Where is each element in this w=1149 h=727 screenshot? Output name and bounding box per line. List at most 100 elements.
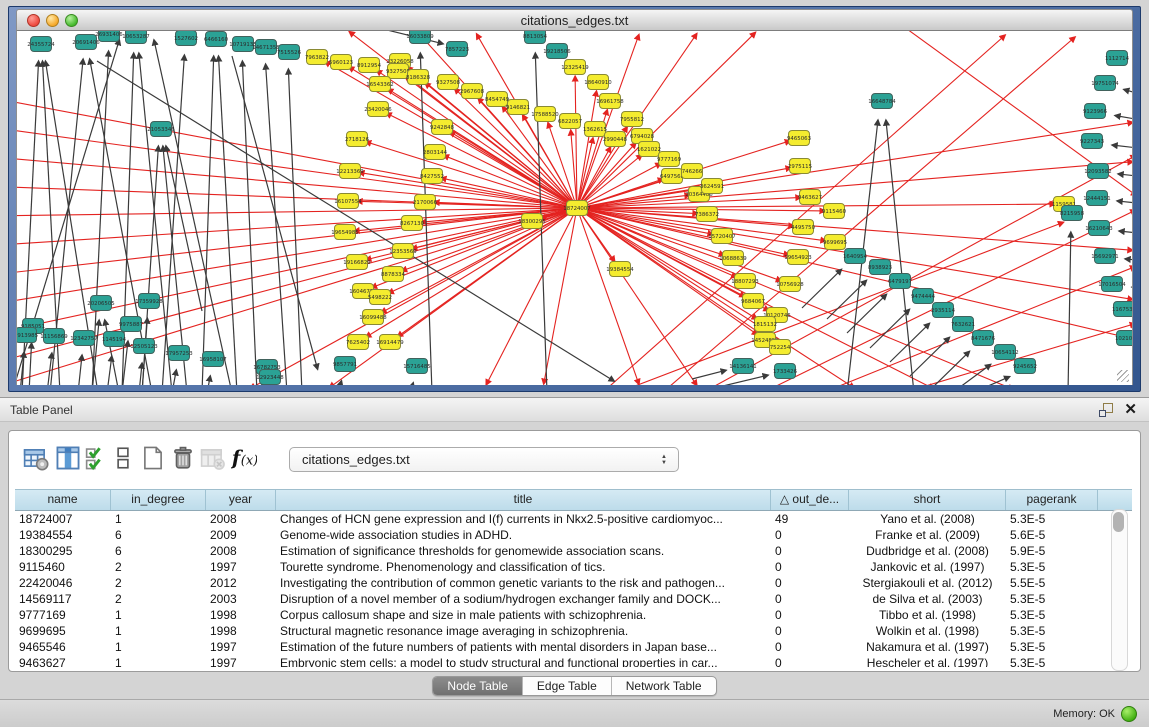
network-node[interactable]: 15716485 xyxy=(403,359,430,374)
network-node[interactable]: 18640910 xyxy=(584,75,612,90)
network-node[interactable]: 1640954 xyxy=(843,249,868,264)
new-document-icon[interactable] xyxy=(140,445,166,471)
tab-network-table[interactable]: Network Table xyxy=(612,677,716,695)
network-node[interactable]: 2803144 xyxy=(423,145,448,160)
column-header-title[interactable]: title xyxy=(276,490,771,510)
network-node[interactable]: 9327508 xyxy=(436,75,461,90)
network-node[interactable]: 1112714 xyxy=(1105,51,1130,66)
network-node[interactable]: 2975115 xyxy=(788,159,812,174)
network-node[interactable]: 19654923 xyxy=(784,250,811,265)
network-node[interactable]: 9684067 xyxy=(741,294,765,309)
network-node[interactable]: 16961758 xyxy=(596,94,624,109)
table-row[interactable]: 1872400712008Changes of HCN gene express… xyxy=(15,511,1132,527)
network-node[interactable]: 16210643 xyxy=(1085,221,1112,236)
network-node[interactable]: 7515526 xyxy=(277,45,302,60)
table-row[interactable]: 946554611997Estimation of the future num… xyxy=(15,639,1132,655)
network-node[interactable]: 7955812 xyxy=(620,112,644,127)
network-node[interactable]: 12325419 xyxy=(561,60,589,75)
network-node[interactable]: 9857791 xyxy=(333,357,357,372)
network-node[interactable]: 1621022 xyxy=(637,142,661,157)
column-header-year[interactable]: year xyxy=(206,490,276,510)
table-row[interactable]: 977716911998Corpus callosum shape and si… xyxy=(15,607,1132,623)
network-node[interactable]: 5960123 xyxy=(329,55,353,70)
network-node[interactable]: 9245652 xyxy=(1013,359,1037,374)
network-node[interactable]: 12353569 xyxy=(389,244,417,259)
network-node[interactable]: 2967608 xyxy=(460,84,485,99)
tab-node-table[interactable]: Node Table xyxy=(433,677,523,695)
network-node[interactable]: 8186328 xyxy=(406,70,431,85)
table-row[interactable]: 1830029562008Estimation of significance … xyxy=(15,543,1132,559)
network-node[interactable]: 746266 xyxy=(682,164,703,179)
table-row[interactable]: 2242004622012Investigating the contribut… xyxy=(15,575,1132,591)
network-node[interactable]: 9975887 xyxy=(119,317,143,332)
network-node[interactable]: 7857223 xyxy=(445,42,469,57)
network-node[interactable]: 9463627 xyxy=(798,190,822,205)
network-node[interactable]: 9115460 xyxy=(822,204,847,219)
network-node[interactable]: 17588520 xyxy=(531,107,559,122)
close-panel-icon[interactable]: ✕ xyxy=(1124,401,1137,419)
network-node[interactable]: 17016504 xyxy=(1098,277,1126,292)
network-node[interactable]: 2718126 xyxy=(345,132,370,147)
network-node[interactable]: 8471676 xyxy=(971,331,996,346)
column-header-name[interactable]: name xyxy=(15,490,111,510)
network-node[interactable]: 6466160 xyxy=(204,32,229,47)
network-node[interactable]: 12923448 xyxy=(256,370,284,385)
network-node[interactable]: 9699695 xyxy=(823,235,847,250)
network-node[interactable]: 6822057 xyxy=(558,114,582,129)
network-node[interactable]: 9465063 xyxy=(787,131,811,146)
network-node[interactable]: 18807293 xyxy=(731,274,758,289)
network-node[interactable]: 19218506 xyxy=(543,44,571,59)
network-node[interactable]: 16648784 xyxy=(868,94,896,109)
network-node[interactable]: 8267130 xyxy=(400,216,425,231)
delete-icon[interactable] xyxy=(170,445,196,471)
network-node[interactable]: 5498222 xyxy=(368,290,392,305)
network-node[interactable]: 2990448 xyxy=(603,132,628,147)
network-node[interactable]: 19166829 xyxy=(343,255,371,270)
table-scrollbar[interactable] xyxy=(1111,509,1128,671)
table-row[interactable]: 946362711997Embryonic stem cells: a mode… xyxy=(15,655,1132,667)
column-header-short[interactable]: short xyxy=(849,490,1006,510)
network-node[interactable]: 1527602 xyxy=(174,31,198,46)
network-node[interactable]: 3624591 xyxy=(700,179,724,194)
table-select-dropdown[interactable]: citations_edges.txt ▲▼ xyxy=(289,447,679,472)
network-node[interactable]: 10654112 xyxy=(991,345,1018,360)
network-node[interactable]: 8938923 xyxy=(868,260,892,275)
network-node[interactable]: 8813054 xyxy=(523,31,548,44)
network-node[interactable]: 16914479 xyxy=(376,335,404,350)
column-header-pagerank[interactable]: pagerank xyxy=(1006,490,1098,510)
network-node[interactable]: 8215958 xyxy=(1060,206,1085,221)
network-node[interactable]: 17957253 xyxy=(165,346,192,361)
network-node[interactable]: 1815132 xyxy=(753,317,777,332)
network-node[interactable]: 9242848 xyxy=(430,120,455,135)
network-node[interactable]: 4495750 xyxy=(791,220,816,235)
window-titlebar[interactable]: citations_edges.txt xyxy=(16,9,1133,31)
tab-edge-table[interactable]: Edge Table xyxy=(523,677,612,695)
network-node[interactable]: 10756928 xyxy=(776,277,804,292)
network-node[interactable]: 18300295 xyxy=(518,214,545,229)
function-icon[interactable]: f(x) xyxy=(231,445,257,471)
network-node[interactable]: 26931406 xyxy=(95,31,123,42)
rows-icon[interactable] xyxy=(110,445,136,471)
network-canvas[interactable]: 2435572420691406269314061065328715276026… xyxy=(16,31,1133,385)
memory-status-icon[interactable] xyxy=(1121,706,1137,722)
network-node[interactable]: 16958107 xyxy=(199,352,226,367)
network-node[interactable]: 7625402 xyxy=(346,335,370,350)
network-node[interactable]: 9474444 xyxy=(911,289,936,304)
network-node[interactable]: 12213369 xyxy=(336,164,364,179)
network-node[interactable]: 8912954 xyxy=(357,58,382,73)
network-node[interactable]: 23420046 xyxy=(364,102,392,117)
column-header-in_degree[interactable]: in_degree xyxy=(111,490,206,510)
network-node[interactable]: 16099488 xyxy=(359,310,387,325)
network-node[interactable]: 10653287 xyxy=(122,31,149,44)
network-node[interactable]: 9777169 xyxy=(657,152,682,167)
network-node[interactable]: 20206505 xyxy=(87,296,114,311)
network-node[interactable]: 11156869 xyxy=(40,329,68,344)
network-node[interactable]: 7963822 xyxy=(305,50,329,65)
network-node[interactable]: 9146821 xyxy=(506,100,530,115)
network-node[interactable]: 14136141 xyxy=(729,359,756,374)
network-node[interactable]: 10688639 xyxy=(719,251,747,266)
network-node[interactable]: 24355724 xyxy=(27,37,55,52)
network-node[interactable]: 1733426 xyxy=(773,364,798,379)
network-node[interactable]: 8878334 xyxy=(381,267,406,282)
table-row[interactable]: 1938455462009Genome-wide association stu… xyxy=(15,527,1132,543)
